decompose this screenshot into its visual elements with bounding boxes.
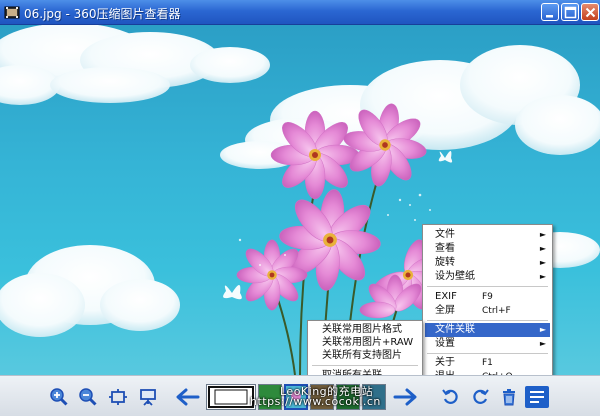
previous-button[interactable] <box>174 387 200 407</box>
menu-icon <box>530 391 544 403</box>
minimize-button[interactable] <box>541 3 559 21</box>
menu-separator <box>312 365 418 366</box>
film-strip-icon <box>4 5 20 20</box>
slideshow-icon <box>140 389 156 406</box>
thumbnail-item[interactable] <box>206 384 256 410</box>
zoom-out-icon <box>79 388 97 406</box>
menu-item-wallpaper[interactable]: 设为壁纸 ► <box>425 270 550 284</box>
rotate-right-button[interactable] <box>470 387 490 407</box>
submenu-arrow-icon: ► <box>539 272 546 281</box>
zoom-in-icon <box>50 388 68 406</box>
menu-item-view[interactable]: 查看 ► <box>425 242 550 256</box>
menu-separator <box>427 286 548 287</box>
submenu-arrow-icon: ► <box>539 258 546 267</box>
submenu-item-common-formats[interactable]: 关联常用图片格式 <box>310 323 420 337</box>
menu-separator <box>427 320 548 321</box>
fit-window-icon <box>109 389 127 405</box>
next-button[interactable] <box>393 387 419 407</box>
menu-item-file[interactable]: 文件 ► <box>425 228 550 242</box>
maximize-icon <box>564 6 577 19</box>
minimize-icon <box>546 15 553 18</box>
window-title: 06.jpg - 360压缩图片查看器 <box>24 7 181 21</box>
menu-item-about[interactable]: 关于 F1 <box>425 356 550 370</box>
next-arrow-icon <box>393 388 417 406</box>
submenu-item-common-raw[interactable]: 关联常用图片+RAW <box>310 336 420 350</box>
submenu-arrow-icon: ► <box>539 230 546 239</box>
menu-item-rotate[interactable]: 旋转 ► <box>425 256 550 270</box>
menu-item-settings[interactable]: 设置 ► <box>425 337 550 351</box>
zoom-in-button[interactable] <box>49 387 69 407</box>
menu-button[interactable] <box>525 386 549 408</box>
title-bar[interactable]: 06.jpg - 360压缩图片查看器 <box>0 0 600 25</box>
thumbnail-image <box>208 386 254 408</box>
fit-window-button[interactable] <box>108 387 128 407</box>
menu-item-file-association[interactable]: 文件关联 ► <box>425 323 550 337</box>
menu-separator <box>427 353 548 354</box>
maximize-button[interactable] <box>561 3 579 21</box>
submenu-arrow-icon: ► <box>539 325 546 334</box>
delete-icon <box>503 389 515 406</box>
watermark-url: https://www.cocokl.cn <box>250 395 381 408</box>
rotate-right-icon <box>473 389 489 404</box>
close-button[interactable] <box>581 3 599 21</box>
delete-button[interactable] <box>499 387 519 407</box>
close-icon <box>585 7 596 18</box>
rotate-left-button[interactable] <box>441 387 461 407</box>
submenu-item-all-supported[interactable]: 关联所有支持图片 <box>310 349 420 363</box>
submenu-arrow-icon: ► <box>539 339 546 348</box>
menu-item-fullscreen[interactable]: 全屏 Ctrl+F <box>425 304 550 318</box>
context-menu: 文件 ► 查看 ► 旋转 ► 设为壁纸 ► EXIF F9 全屏 Ctrl+F … <box>422 224 553 385</box>
slideshow-button[interactable] <box>138 387 158 407</box>
rotate-left-icon <box>442 389 458 404</box>
submenu-arrow-icon: ► <box>539 244 546 253</box>
menu-item-exif[interactable]: EXIF F9 <box>425 290 550 304</box>
zoom-out-button[interactable] <box>78 387 98 407</box>
prev-arrow-icon <box>176 388 200 406</box>
